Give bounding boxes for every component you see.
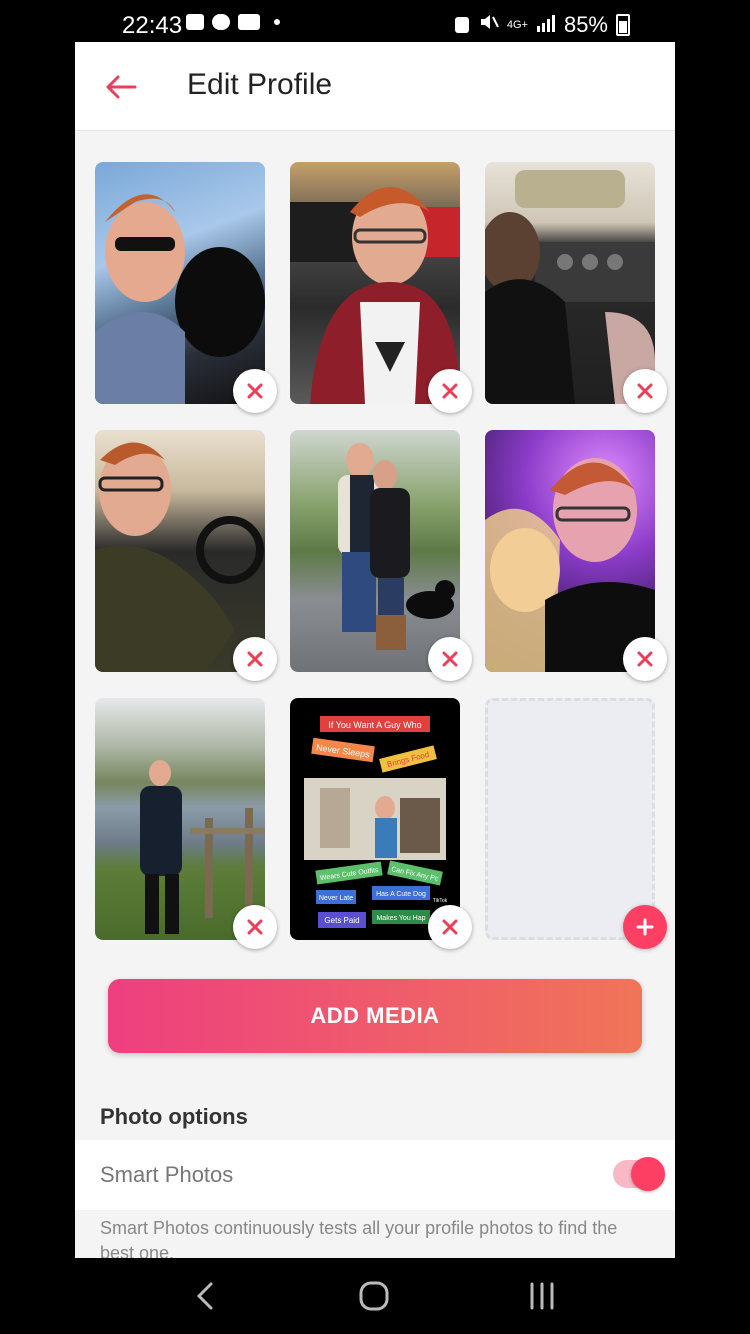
- photo-tile-2[interactable]: [290, 162, 460, 404]
- photo-tile-5[interactable]: [290, 430, 460, 672]
- remove-photo-6-button[interactable]: [623, 637, 667, 681]
- photo-tile-3[interactable]: [485, 162, 655, 404]
- close-icon: [247, 919, 263, 935]
- add-media-button[interactable]: ADD MEDIA: [108, 979, 642, 1053]
- status-left-icons: [186, 14, 280, 30]
- toggle-knob: [631, 1157, 665, 1191]
- empty-photo-slot[interactable]: [485, 698, 655, 940]
- status-bar: 22:43 4G+ 85%: [0, 0, 750, 42]
- recents-icon[interactable]: [520, 1276, 564, 1316]
- remove-photo-5-button[interactable]: [428, 637, 472, 681]
- close-icon: [247, 383, 263, 399]
- close-icon: [442, 919, 458, 935]
- arrow-left-icon[interactable]: [103, 70, 139, 104]
- remove-photo-3-button[interactable]: [623, 369, 667, 413]
- network-type: 4G+: [506, 19, 528, 31]
- photo-tile-4[interactable]: [95, 430, 265, 672]
- tiktok-collage: If You Want A Guy Who Never Sleeps Bring…: [304, 716, 448, 928]
- tiktok-line-6: Never Late: [319, 895, 353, 902]
- edit-profile-screen: Edit Profile If You Want A Guy Who Never…: [75, 42, 675, 1258]
- photo-illustration: [338, 443, 455, 650]
- battery-percent: 85%: [563, 12, 608, 37]
- app-header: Edit Profile: [75, 42, 675, 131]
- photo-illustration: [95, 442, 264, 672]
- back-icon[interactable]: [185, 1276, 229, 1316]
- photo-illustration: [485, 458, 655, 672]
- tiktok-line-1: If You Want A Guy Who: [328, 720, 421, 730]
- system-nav-bar: [0, 1258, 750, 1334]
- tiktok-line-7: Has A Cute Dog: [376, 891, 426, 898]
- remove-photo-4-button[interactable]: [233, 637, 277, 681]
- tiktok-line-9: Makes You Hap: [376, 915, 425, 922]
- remove-photo-2-button[interactable]: [428, 369, 472, 413]
- home-icon[interactable]: [352, 1276, 396, 1316]
- signal-icon: [536, 12, 556, 38]
- tiktok-line-8: Gets Paid: [324, 916, 359, 925]
- remove-photo-7-button[interactable]: [233, 905, 277, 949]
- smart-photos-row[interactable]: Smart Photos: [75, 1140, 675, 1210]
- cloud-icon: [212, 14, 230, 30]
- photo-tile-6[interactable]: [485, 430, 655, 672]
- close-icon: [442, 383, 458, 399]
- battery-icon: [616, 14, 630, 36]
- close-icon: [637, 651, 653, 667]
- page-title: Edit Profile: [187, 68, 333, 101]
- close-icon: [247, 651, 263, 667]
- photo-tile-1[interactable]: [95, 162, 265, 404]
- photo-tile-7[interactable]: [95, 698, 265, 940]
- mute-icon: [477, 12, 499, 38]
- photo-options-heading: Photo options: [100, 1104, 248, 1129]
- photo-illustration: [290, 187, 460, 404]
- battery-saver-icon: [454, 17, 469, 33]
- smart-photos-label: Smart Photos: [100, 1162, 234, 1187]
- dot-icon: [274, 19, 280, 25]
- status-time: 22:43: [122, 12, 183, 39]
- photo-tile-8[interactable]: If You Want A Guy Who Never Sleeps Bring…: [290, 698, 460, 940]
- close-icon: [637, 383, 653, 399]
- smart-photos-description: Smart Photos continuously tests all your…: [100, 1218, 618, 1258]
- remove-photo-8-button[interactable]: [428, 905, 472, 949]
- photo-illustration: [140, 760, 265, 934]
- gallery-icon: [186, 14, 204, 30]
- add-photo-button[interactable]: [623, 905, 667, 949]
- status-right-icons: 4G+ 85%: [454, 12, 630, 38]
- smart-photos-toggle[interactable]: [613, 1157, 665, 1191]
- tiktok-watermark: TikTok: [433, 898, 448, 904]
- remove-photo-1-button[interactable]: [233, 369, 277, 413]
- photo-illustration: [485, 170, 655, 404]
- plus-icon: [636, 918, 654, 936]
- close-icon: [442, 651, 458, 667]
- youtube-icon: [238, 14, 260, 30]
- photo-illustration: [95, 194, 265, 404]
